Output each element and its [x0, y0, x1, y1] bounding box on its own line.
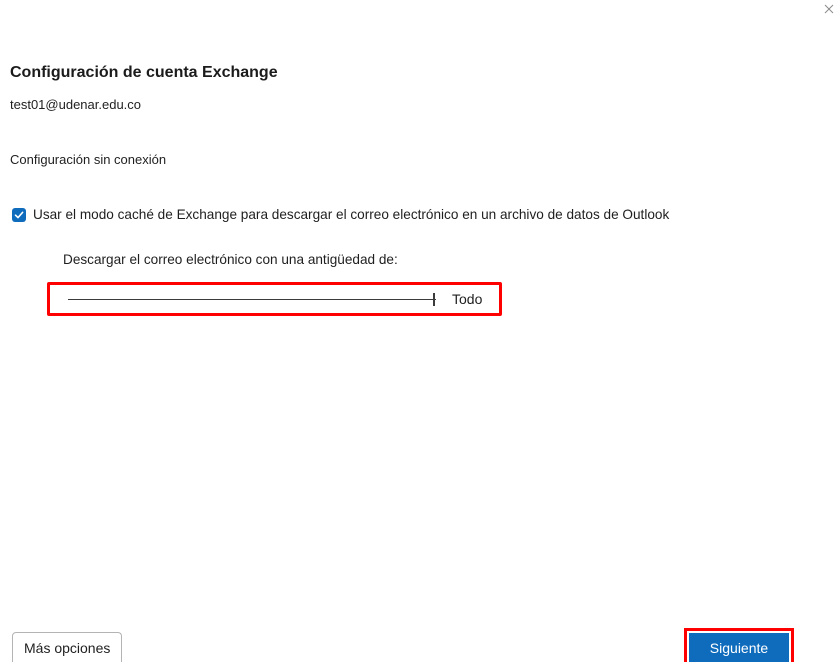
download-age-slider-thumb[interactable]	[433, 293, 435, 306]
offline-settings-label: Configuración sin conexión	[10, 152, 167, 167]
download-age-slider-highlight: Todo	[47, 282, 502, 316]
cached-mode-label[interactable]: Usar el modo caché de Exchange para desc…	[33, 207, 669, 222]
close-button[interactable]	[822, 2, 836, 16]
checkmark-icon	[14, 211, 24, 218]
download-age-slider-track[interactable]	[68, 299, 436, 300]
next-button[interactable]: Siguiente	[689, 633, 789, 662]
cached-mode-checkbox[interactable]	[12, 207, 26, 222]
cached-mode-option[interactable]: Usar el modo caché de Exchange para desc…	[12, 207, 669, 222]
dialog-title: Configuración de cuenta Exchange	[10, 64, 278, 81]
download-age-label: Descargar el correo electrónico con una …	[63, 252, 398, 267]
more-options-button[interactable]: Más opciones	[12, 632, 123, 662]
download-age-value: Todo	[452, 291, 483, 307]
next-button-highlight: Siguiente	[684, 628, 794, 662]
account-email: test01@udenar.edu.co	[10, 97, 142, 112]
close-icon	[824, 4, 834, 14]
